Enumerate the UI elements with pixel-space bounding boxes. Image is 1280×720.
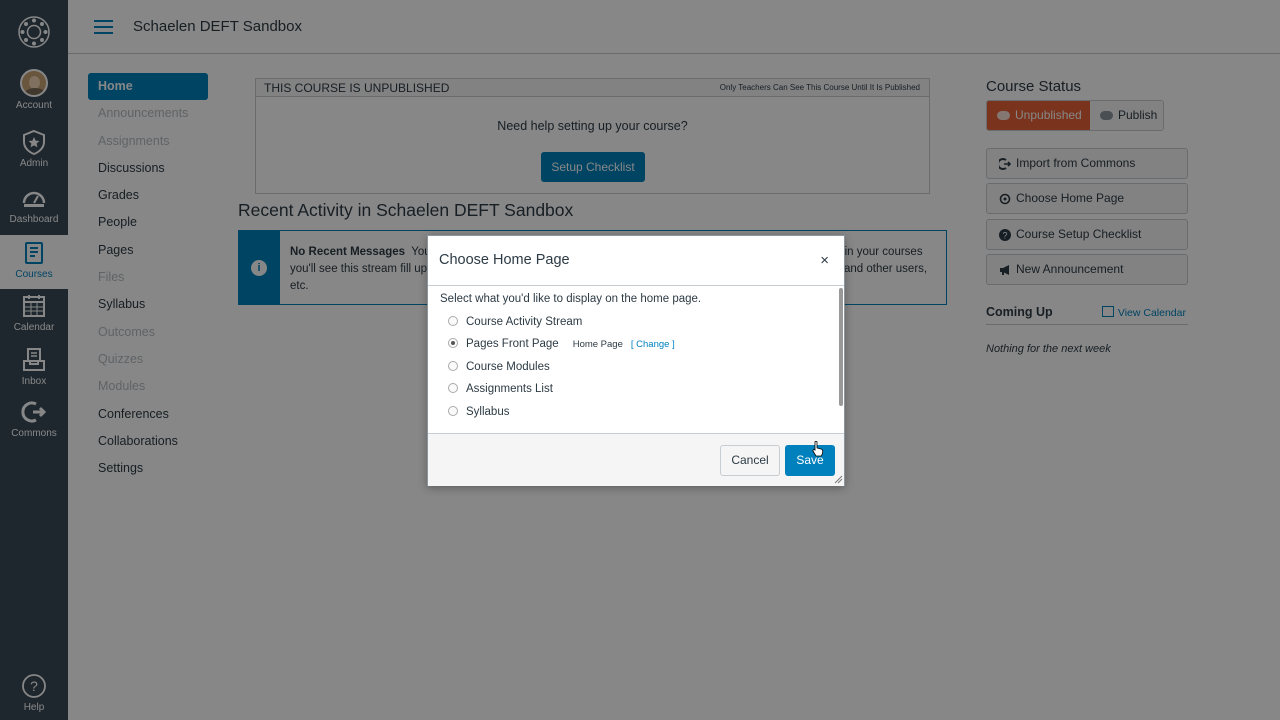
option-course-modules[interactable]: Course Modules [448, 359, 550, 375]
cancel-button[interactable]: Cancel [720, 445, 780, 476]
radio-button[interactable] [448, 383, 458, 393]
dialog-intro: Select what you'd like to display on the… [440, 293, 702, 305]
radio-button[interactable] [448, 361, 458, 371]
resize-handle-icon[interactable] [834, 475, 843, 484]
save-button[interactable]: Save [785, 445, 835, 476]
radio-button[interactable] [448, 406, 458, 416]
option-label: Course Activity Stream [466, 316, 583, 328]
close-icon[interactable]: × [820, 252, 829, 269]
mouse-pointer-icon [812, 441, 824, 457]
option-assignments-list[interactable]: Assignments List [448, 381, 553, 397]
dialog-scrollbar[interactable] [839, 288, 843, 406]
option-activity-stream[interactable]: Course Activity Stream [448, 314, 582, 330]
option-pages-front-page[interactable]: Pages Front Page Home Page [ Change ] [448, 336, 675, 352]
front-page-name: Home Page [572, 339, 623, 350]
option-label: Pages Front Page [466, 338, 559, 350]
dialog-title: Choose Home Page [439, 252, 570, 268]
option-syllabus[interactable]: Syllabus [448, 404, 509, 420]
choose-home-page-dialog: Choose Home Page × Select what you'd lik… [427, 235, 845, 486]
radio-button[interactable] [448, 316, 458, 326]
radio-button[interactable] [448, 338, 458, 348]
option-label: Course Modules [466, 361, 550, 373]
dialog-footer: Cancel Save [428, 433, 844, 486]
option-label: Syllabus [466, 406, 510, 418]
change-link[interactable]: [ Change ] [631, 339, 675, 350]
option-label: Assignments List [466, 383, 553, 395]
dialog-body: Select what you'd like to display on the… [428, 286, 838, 432]
